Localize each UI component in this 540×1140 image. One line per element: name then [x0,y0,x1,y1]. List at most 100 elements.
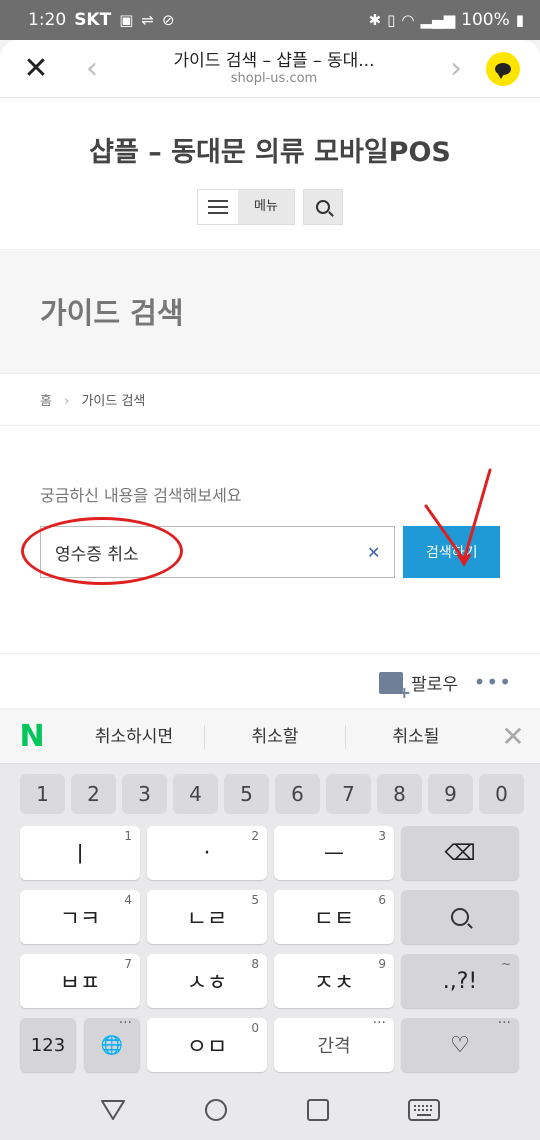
bluetooth-icon: ✱ [368,11,382,29]
key-vowel-i[interactable]: ㅣ 1 [20,826,140,880]
suggestion-item[interactable]: 취소할 [205,724,346,749]
key-5[interactable]: 5 [224,774,269,814]
wifi-icon: ◠ [401,11,415,29]
key-label: ㄱㅋ [59,907,101,932]
emoji-key[interactable]: ♡ ··· [401,1015,519,1072]
key-6[interactable]: 6 [275,774,320,814]
key-label: .,?! [442,968,478,994]
no-disturb-icon: ⊘ [161,11,175,29]
key-9[interactable]: 9 [428,774,473,814]
keyboard-toggle-icon[interactable] [408,1099,441,1121]
keyboard-search-key[interactable] [401,890,519,944]
naver-logo-icon[interactable]: N [0,719,64,754]
key-sub: 8 [251,957,259,971]
forward-arrow-icon[interactable]: › [436,51,476,86]
status-carrier: SKT [74,10,112,30]
language-key[interactable]: 🌐 ··· [84,1015,140,1072]
key-jieut[interactable]: ㅈㅊ 9 [274,954,394,1008]
hamburger-icon [198,190,238,224]
breadcrumb-separator: › [64,394,70,409]
close-icon[interactable]: ✕ [0,53,72,84]
key-sub: 9 [378,957,386,971]
key-label: ㅂㅍ [59,971,101,996]
breadcrumb-current: 가이드 검색 [81,394,146,409]
header-controls: 메뉴 [197,189,343,225]
follow-button[interactable]: 팔로우 [379,670,458,702]
key-ieung[interactable]: ㅇㅁ 0 [147,1018,267,1072]
page-toolbar: 팔로우 ••• [0,653,540,708]
browser-title: 가이드 검색 – 샵플 – 동대... [173,50,375,71]
menu-button[interactable]: 메뉴 [197,189,295,225]
key-sub: 2 [251,829,259,843]
search-section: 궁금하신 내용을 검색해보세요 영수증 취소 ✕ 검색하기 [0,426,540,585]
key-sub: 1 [124,829,132,843]
key-sub: 4 [124,893,132,907]
keyboard-suggestion-bar: N 취소하시면 취소할 취소될 ✕ [0,710,540,764]
key-more: ··· [372,1015,386,1031]
globe-icon: 🌐 [100,1034,124,1056]
search-input[interactable]: 영수증 취소 ✕ [21,517,396,585]
site-header: 샵플 – 동대문 의류 모바일POS 메뉴 [0,98,540,250]
header-search-button[interactable] [303,189,343,225]
key-label: 간격 [317,1036,351,1057]
key-sub: 3 [378,829,386,843]
site-title[interactable]: 샵플 – 동대문 의류 모바일POS [0,98,540,169]
key-nieun[interactable]: ㄴㄹ 5 [147,890,267,944]
punctuation-key[interactable]: .,?! ~ [401,954,519,1008]
numeric-mode-key[interactable]: 123 [20,1018,76,1072]
key-7[interactable]: 7 [326,774,371,814]
more-options-icon[interactable]: ••• [474,670,512,694]
key-more: ··· [118,1015,132,1031]
home-icon[interactable] [205,1099,228,1121]
annotation-ellipse [21,517,183,585]
key-label: 123 [30,1034,66,1056]
hero-banner: 가이드 검색 [0,250,540,374]
kakaotalk-share-button[interactable] [486,51,520,86]
browser-toolbar: ✕ ‹ 가이드 검색 – 샵플 – 동대... shopl-us.com › [0,40,540,98]
key-label: ㅅㅎ [186,971,228,996]
key-siot[interactable]: ㅅㅎ 8 [147,954,267,1008]
key-0[interactable]: 0 [479,774,524,814]
key-8[interactable]: 8 [377,774,422,814]
search-icon [451,908,469,926]
key-4[interactable]: 4 [173,774,218,814]
breadcrumb: 홈 › 가이드 검색 [0,374,540,426]
key-1[interactable]: 1 [20,774,65,814]
search-icon [316,200,330,214]
key-label: ㄴㄹ [186,907,228,932]
status-bar: 1:20 SKT ▣ ⇌ ⊘ ✱ ▯ ◠ ▂▄▆ 100% ▮ [0,0,540,40]
key-label: ㅇㅁ [186,1035,228,1060]
key-vowel-dot[interactable]: · 2 [147,826,267,880]
backspace-key[interactable]: ⌫ [401,826,519,880]
key-sub: 6 [378,893,386,907]
key-label: · [203,840,211,866]
space-key[interactable]: 간격 ··· [274,1015,394,1072]
system-nav-bar [0,1080,540,1140]
key-digeut[interactable]: ㄷㅌ 6 [274,890,394,944]
key-bieup[interactable]: ㅂㅍ 7 [20,954,140,1008]
key-3[interactable]: 3 [122,774,167,814]
suggestion-item[interactable]: 취소될 [346,725,486,749]
follow-icon [379,671,411,702]
follow-label: 팔로우 [411,675,458,695]
recents-icon[interactable] [306,1099,329,1121]
back-icon[interactable] [100,1098,126,1122]
backspace-icon: ⌫ [444,840,476,866]
key-label: ㅣ [69,843,91,868]
suggestion-item[interactable]: 취소하시면 [64,724,205,749]
back-arrow-icon[interactable]: ‹ [72,51,112,86]
key-giyeok[interactable]: ㄱㅋ 4 [20,890,140,944]
vibrate-icon: ▯ [387,11,396,29]
clear-icon[interactable]: ✕ [367,543,380,562]
status-time: 1:20 [28,10,67,30]
key-2[interactable]: 2 [71,774,116,814]
number-row: 1 2 3 4 5 6 7 8 9 0 [20,774,524,814]
key-vowel-eu[interactable]: ㅡ 3 [274,826,394,880]
browser-url: shopl-us.com [230,70,318,86]
breadcrumb-home[interactable]: 홈 [40,394,52,409]
close-suggestions-icon[interactable]: ✕ [486,720,540,753]
keyboard: 1 2 3 4 5 6 7 8 9 0 ㅣ 1 · 2 ㅡ 3 ⌫ ㄱㅋ 4 ㄴ… [0,764,540,1080]
web-page: 샵플 – 동대문 의류 모바일POS 메뉴 가이드 검색 홈 › 가이드 검색 … [0,98,540,708]
gallery-icon: ▣ [119,11,134,29]
annotation-checkmark [424,468,492,567]
